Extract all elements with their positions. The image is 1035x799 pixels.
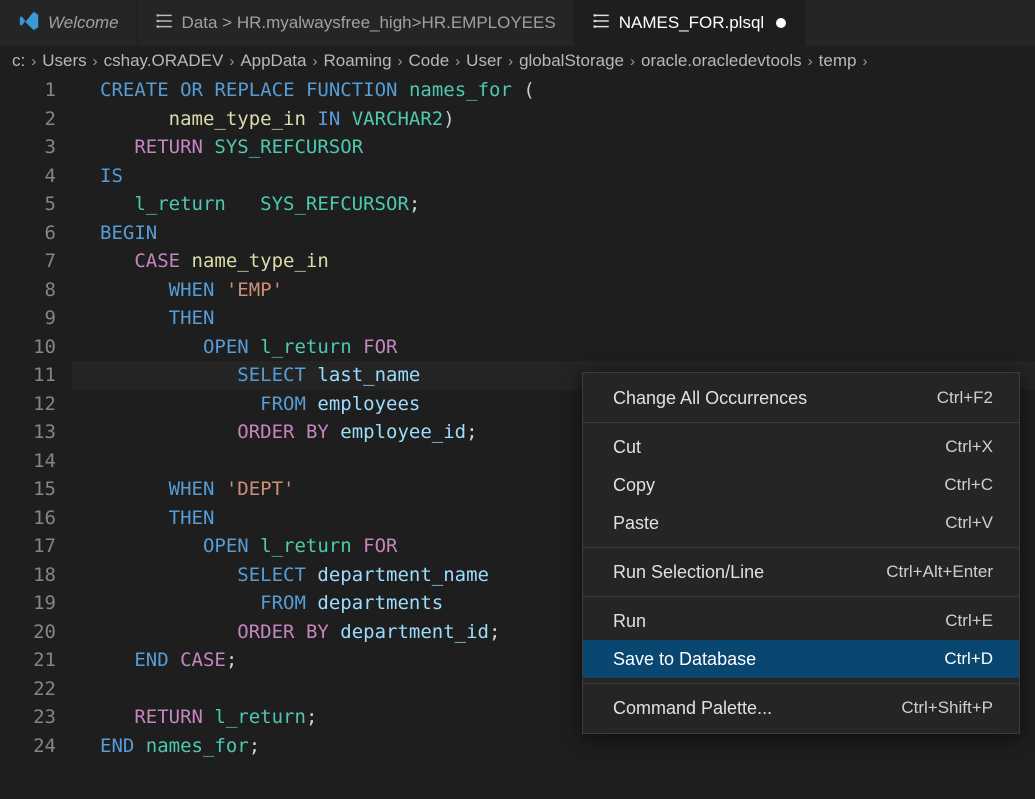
chevron-right-icon: › [808,53,813,70]
tab-label: NAMES_FOR.plsql [619,13,764,33]
menu-item-change-all-occurrences[interactable]: Change All Occurrences Ctrl+F2 [583,379,1019,417]
line-number: 16 [0,504,56,533]
code-line[interactable]: OPEN l_return FOR [72,333,1035,362]
line-number-gutter: 123456789101112131415161718192021222324 [0,76,72,760]
menu-item-save-to-database[interactable]: Save to Database Ctrl+D [583,640,1019,678]
code-line[interactable]: RETURN SYS_REFCURSOR [72,133,1035,162]
menu-item-shortcut: Ctrl+C [944,475,993,495]
line-number: 10 [0,333,56,362]
menu-item-label: Change All Occurrences [613,388,807,409]
line-number: 14 [0,447,56,476]
line-number: 24 [0,732,56,761]
menu-item-shortcut: Ctrl+F2 [937,388,993,408]
line-number: 5 [0,190,56,219]
menu-item-shortcut: Ctrl+D [944,649,993,669]
line-number: 11 [0,361,56,390]
line-number: 19 [0,589,56,618]
breadcrumb-segment[interactable]: globalStorage [519,51,624,71]
chevron-right-icon: › [31,53,36,70]
code-line[interactable]: CREATE OR REPLACE FUNCTION names_for ( [72,76,1035,105]
line-number: 20 [0,618,56,647]
menu-item-copy[interactable]: Copy Ctrl+C [583,466,1019,504]
menu-separator [583,683,1019,684]
tab-label: Data > HR.myalwaysfree_high>HR.EMPLOYEES [182,13,556,33]
context-menu: Change All Occurrences Ctrl+F2 Cut Ctrl+X Co… [582,372,1020,734]
menu-item-shortcut: Ctrl+X [945,437,993,457]
menu-item-label: Run Selection/Line [613,562,764,583]
menu-item-label: Command Palette... [613,698,772,719]
breadcrumb-segment[interactable]: cshay.ORADEV [104,51,224,71]
code-line[interactable]: IS [72,162,1035,191]
breadcrumb-segment[interactable]: temp [819,51,857,71]
line-number: 8 [0,276,56,305]
menu-separator [583,547,1019,548]
menu-item-shortcut: Ctrl+V [945,513,993,533]
chevron-right-icon: › [455,53,460,70]
chevron-right-icon: › [398,53,403,70]
line-number: 15 [0,475,56,504]
line-number: 13 [0,418,56,447]
line-number: 4 [0,162,56,191]
code-line[interactable]: WHEN 'EMP' [72,276,1035,305]
line-number: 2 [0,105,56,134]
chevron-right-icon: › [508,53,513,70]
breadcrumb-segment[interactable]: AppData [240,51,306,71]
breadcrumb-segment[interactable]: oracle.oracledevtools [641,51,802,71]
menu-item-shortcut: Ctrl+E [945,611,993,631]
menu-item-run[interactable]: Run Ctrl+E [583,602,1019,640]
vscode-icon [18,10,40,37]
chevron-right-icon: › [862,53,867,70]
breadcrumb[interactable]: c: › Users › cshay.ORADEV › AppData › Roaming › Co… [0,46,1035,76]
code-line[interactable]: CASE name_type_in [72,247,1035,276]
menu-item-label: Save to Database [613,649,756,670]
line-number: 1 [0,76,56,105]
menu-item-label: Run [613,611,646,632]
menu-item-cut[interactable]: Cut Ctrl+X [583,428,1019,466]
menu-item-label: Paste [613,513,659,534]
breadcrumb-segment[interactable]: c: [12,51,25,71]
line-number: 21 [0,646,56,675]
menu-item-label: Copy [613,475,655,496]
chevron-right-icon: › [630,53,635,70]
code-line[interactable]: END names_for; [72,732,1035,761]
menu-item-shortcut: Ctrl+Alt+Enter [886,562,993,582]
breadcrumb-segment[interactable]: Code [409,51,450,71]
line-number: 3 [0,133,56,162]
line-number: 17 [0,532,56,561]
menu-item-command-palette[interactable]: Command Palette... Ctrl+Shift+P [583,689,1019,727]
menu-item-label: Cut [613,437,641,458]
code-line[interactable]: THEN [72,304,1035,333]
line-number: 18 [0,561,56,590]
menu-item-run-selection-line[interactable]: Run Selection/Line Ctrl+Alt+Enter [583,553,1019,591]
tab-label: Welcome [48,13,119,33]
breadcrumb-segment[interactable]: Users [42,51,86,71]
line-number: 6 [0,219,56,248]
tab-welcome[interactable]: Welcome [0,0,138,46]
tab-data[interactable]: Data > HR.myalwaysfree_high>HR.EMPLOYEES [138,0,575,46]
code-line[interactable]: name_type_in IN VARCHAR2) [72,105,1035,134]
line-number: 23 [0,703,56,732]
chevron-right-icon: › [229,53,234,70]
menu-separator [583,422,1019,423]
line-number: 22 [0,675,56,704]
tab-names-for[interactable]: NAMES_FOR.plsql [575,0,805,46]
menu-item-shortcut: Ctrl+Shift+P [901,698,993,718]
tab-bar: Welcome Data > HR.myalwaysfree_high>HR.E… [0,0,1035,46]
preview-icon [593,12,611,34]
preview-icon [156,12,174,34]
dirty-indicator-icon [776,18,786,28]
code-line[interactable]: BEGIN [72,219,1035,248]
code-line[interactable]: l_return SYS_REFCURSOR; [72,190,1035,219]
line-number: 9 [0,304,56,333]
menu-separator [583,596,1019,597]
menu-item-paste[interactable]: Paste Ctrl+V [583,504,1019,542]
chevron-right-icon: › [312,53,317,70]
breadcrumb-segment[interactable]: User [466,51,502,71]
breadcrumb-segment[interactable]: Roaming [323,51,391,71]
line-number: 12 [0,390,56,419]
line-number: 7 [0,247,56,276]
chevron-right-icon: › [93,53,98,70]
